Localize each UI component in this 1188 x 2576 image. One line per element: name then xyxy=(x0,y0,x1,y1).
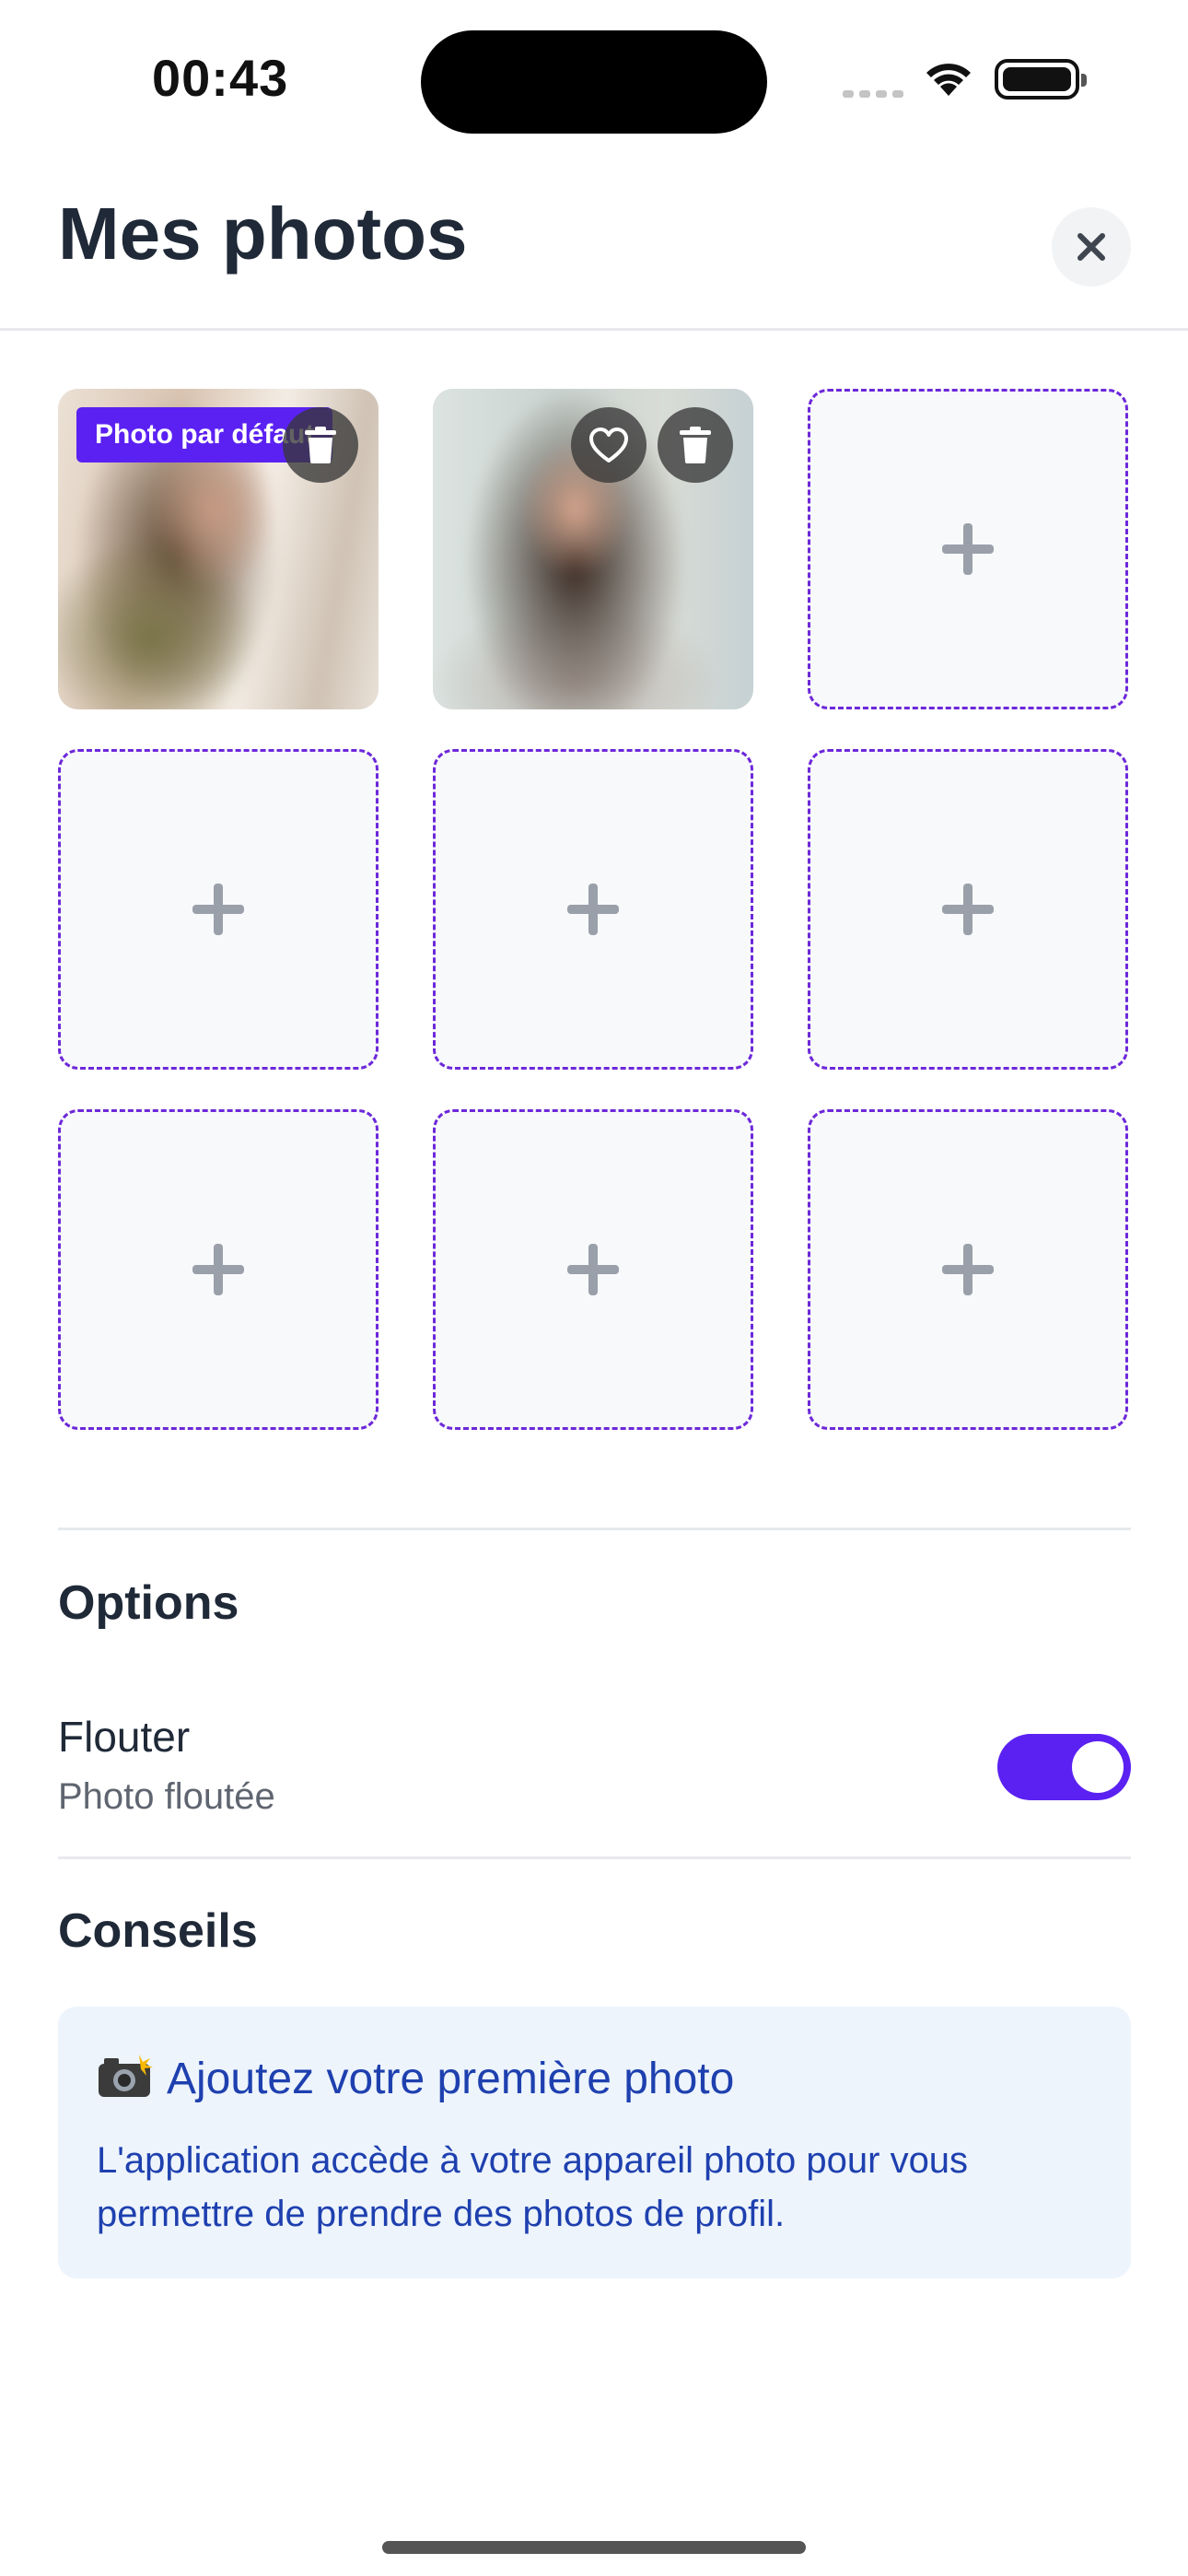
blur-subtitle: Photo floutée xyxy=(58,1776,275,1817)
battery-icon xyxy=(995,59,1087,100)
plus-icon xyxy=(942,884,994,935)
plus-icon xyxy=(942,1244,994,1295)
toggle-knob xyxy=(1072,1741,1124,1793)
plus-icon xyxy=(567,1244,619,1295)
add-photo-slot[interactable] xyxy=(58,749,379,1070)
page-title: Mes photos xyxy=(58,193,468,275)
tips-title: Conseils xyxy=(58,1904,258,1958)
trash-icon xyxy=(305,427,336,463)
trash-icon xyxy=(680,427,711,463)
add-photo-slot[interactable] xyxy=(808,1109,1128,1430)
section-divider xyxy=(58,1856,1131,1859)
tip-card: Ajoutez votre première photo L'applicati… xyxy=(58,2007,1131,2278)
camera-flash-icon xyxy=(97,2053,154,2097)
header-divider xyxy=(0,328,1188,331)
photo-slot-2[interactable] xyxy=(433,389,753,709)
add-photo-slot[interactable] xyxy=(808,749,1128,1070)
delete-photo-button[interactable] xyxy=(283,407,358,483)
plus-icon xyxy=(192,884,244,935)
signal-icon xyxy=(843,86,909,102)
tip-text: L'application accède à votre appareil ph… xyxy=(97,2140,969,2234)
set-default-button[interactable] xyxy=(571,407,646,483)
section-divider xyxy=(58,1528,1131,1530)
add-photo-slot[interactable] xyxy=(433,749,753,1070)
options-title: Options xyxy=(58,1576,239,1630)
heart-icon xyxy=(589,427,628,463)
plus-icon xyxy=(192,1244,244,1295)
close-icon xyxy=(1077,233,1105,261)
wifi-icon xyxy=(921,55,976,102)
plus-icon xyxy=(942,523,994,575)
blur-label: Flouter xyxy=(58,1713,191,1761)
plus-icon xyxy=(567,884,619,935)
photo-slot-1[interactable]: Photo par défaut xyxy=(58,389,379,709)
add-photo-slot[interactable] xyxy=(808,389,1128,709)
home-indicator[interactable] xyxy=(382,2541,806,2554)
tip-heading-row: Ajoutez votre première photo xyxy=(97,2053,734,2104)
dynamic-island xyxy=(421,30,767,134)
add-photo-slot[interactable] xyxy=(433,1109,753,1430)
close-button[interactable] xyxy=(1052,207,1131,287)
tip-heading: Ajoutez votre première photo xyxy=(167,2055,735,2103)
blur-toggle[interactable] xyxy=(997,1734,1131,1800)
delete-photo-button[interactable] xyxy=(658,407,733,483)
add-photo-slot[interactable] xyxy=(58,1109,379,1430)
status-time: 00:43 xyxy=(152,49,289,107)
